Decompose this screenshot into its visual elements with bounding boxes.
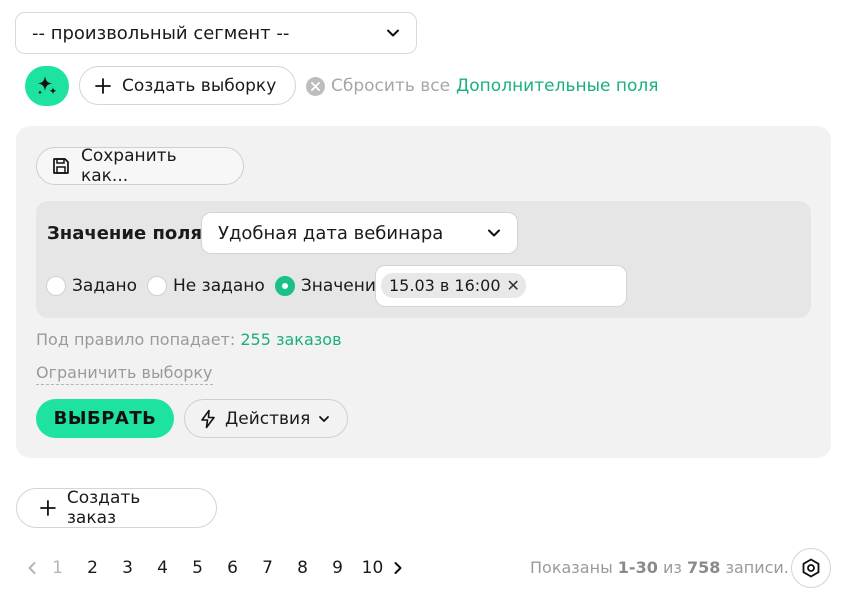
records-total: 758 (686, 558, 721, 577)
radio-circle (46, 276, 66, 296)
plus-icon (95, 77, 111, 94)
save-as-label: Сохранить как... (80, 146, 177, 186)
radio-circle-checked (274, 276, 295, 296)
records-summary: Показаны 1-30 из 758 записи. (530, 556, 789, 580)
reset-all-label: Сбросить все (331, 76, 451, 96)
records-suffix: записи. (725, 558, 789, 577)
records-prefix: Показаны (530, 558, 613, 577)
create-sample-label: Создать выборку (122, 75, 277, 96)
records-middle: из (662, 558, 682, 577)
floppy-icon (53, 158, 69, 174)
field-select-value: Удобная дата вебинара (218, 222, 444, 244)
page-link[interactable]: 4 (145, 558, 180, 578)
radio-circle (147, 276, 168, 296)
actions-label: Действия (225, 408, 311, 429)
page-link[interactable]: 5 (180, 558, 215, 578)
page-link[interactable]: 7 (250, 558, 285, 578)
reset-all-button[interactable]: Сбросить все (306, 74, 450, 98)
records-range: 1-30 (617, 558, 658, 577)
page-link[interactable]: 6 (215, 558, 250, 578)
sparkle-icon (37, 76, 57, 95)
segment-select[interactable]: -- произвольный сегмент -- (15, 12, 417, 54)
create-order-button[interactable]: Создать заказ (16, 488, 217, 528)
create-sample-button[interactable]: Создать выборку (79, 66, 296, 105)
value-chip-label: 15.03 в 16:00 (389, 276, 501, 295)
chevron-left-icon[interactable] (24, 561, 40, 575)
chevron-down-icon (387, 29, 399, 37)
chevron-down-icon (488, 229, 500, 237)
extra-fields-link[interactable]: Дополнительные поля (456, 74, 658, 98)
radio-not-set[interactable]: Не задано (147, 276, 265, 296)
value-chip: 15.03 в 16:00 ✕ (381, 273, 526, 298)
field-label: Значение поля (47, 223, 203, 244)
ai-sparkle-button[interactable] (25, 66, 69, 106)
pagination: 1 2 3 4 5 6 7 8 9 10 (24, 556, 406, 580)
radio-value-label: Значение (300, 276, 387, 296)
radio-set-label: Задано (72, 276, 138, 296)
chevron-right-icon[interactable] (390, 561, 406, 575)
condition-radio-group: Задано Не задано Значение (46, 274, 396, 298)
match-count-link[interactable]: 255 заказов (240, 330, 341, 349)
page-link[interactable]: 10 (355, 558, 390, 578)
page-link[interactable]: 8 (285, 558, 320, 578)
table-settings-button[interactable] (791, 548, 831, 588)
radio-value[interactable]: Значение (274, 276, 387, 296)
match-summary: Под правило попадает: 255 заказов (36, 329, 342, 351)
match-prefix: Под правило попадает: (36, 330, 236, 349)
chip-remove-icon[interactable]: ✕ (507, 277, 520, 294)
actions-button[interactable]: Действия (184, 399, 348, 438)
page-link[interactable]: 2 (75, 558, 110, 578)
page-link[interactable]: 9 (320, 558, 355, 578)
radio-set[interactable]: Задано (46, 276, 137, 296)
field-select[interactable]: Удобная дата вебинара (201, 212, 518, 254)
settings-hex-icon (802, 558, 820, 578)
close-circle-icon (306, 76, 325, 96)
create-order-label: Создать заказ (66, 488, 141, 528)
select-button[interactable]: ВЫБРАТЬ (36, 399, 174, 438)
radio-not-set-label: Не задано (173, 276, 265, 296)
segment-select-value: -- произвольный сегмент -- (32, 22, 290, 44)
limit-sample-link[interactable]: Ограничить выборку (36, 362, 213, 385)
page-link-current[interactable]: 1 (40, 558, 75, 578)
chevron-down-icon (319, 415, 330, 422)
page-link[interactable]: 3 (110, 558, 145, 578)
plus-icon (40, 500, 56, 516)
lightning-icon (201, 409, 215, 428)
save-as-button[interactable]: Сохранить как... (36, 146, 244, 186)
